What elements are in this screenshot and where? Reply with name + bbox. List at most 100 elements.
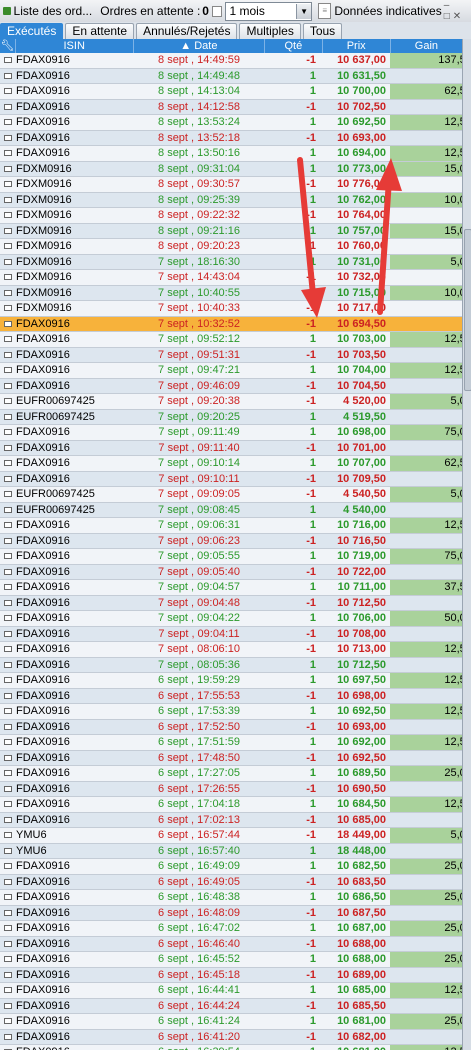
row-detail-icon[interactable]: [4, 72, 12, 79]
row-detail-icon[interactable]: [4, 181, 12, 187]
table-row[interactable]: FDAX0916 6 sept , 16:48:09 -1 10 687,50: [0, 905, 462, 921]
table-row[interactable]: FDAX0916 6 sept , 19:59:29110 697,5012,50…: [0, 672, 462, 689]
table-row[interactable]: FDAX0916 6 sept , 17:55:53 -1 10 698,00: [0, 688, 462, 704]
row-detail-icon[interactable]: [4, 770, 12, 776]
table-row[interactable]: FDAX0916 6 sept , 17:48:50 -1 10 692,50: [0, 750, 462, 766]
table-row[interactable]: FDAX0916 6 sept , 16:45:52110 688,0025,00…: [0, 951, 462, 968]
chevron-down-icon[interactable]: ▼: [296, 3, 312, 19]
row-detail-icon[interactable]: [4, 909, 12, 916]
row-detail-icon[interactable]: [4, 785, 12, 792]
row-detail-icon[interactable]: [4, 398, 12, 404]
table-row[interactable]: FDAX0916 6 sept , 16:47:02110 687,0025,00…: [0, 920, 462, 937]
tab-tous[interactable]: Tous: [302, 23, 343, 39]
row-detail-icon[interactable]: [4, 382, 12, 389]
table-row[interactable]: FDAX0916 7 sept , 09:11:49110 698,0075,00…: [0, 424, 462, 441]
row-detail-icon[interactable]: [4, 1002, 12, 1009]
row-detail-icon[interactable]: [4, 351, 12, 358]
tab-en-attente[interactable]: En attente: [65, 23, 135, 39]
table-row[interactable]: FDAX0916 6 sept , 16:41:24110 681,0025,00…: [0, 1013, 462, 1030]
row-detail-icon[interactable]: [4, 894, 12, 900]
row-detail-icon[interactable]: [4, 103, 12, 110]
row-detail-icon[interactable]: [4, 956, 12, 962]
row-detail-icon[interactable]: [4, 212, 12, 218]
row-detail-icon[interactable]: [4, 878, 12, 885]
row-detail-icon[interactable]: [4, 258, 12, 265]
table-row[interactable]: FDAX0916 7 sept , 09:51:31 -1 10 703,50: [0, 347, 462, 363]
table-row[interactable]: FDAX0916 6 sept , 16:44:41110 685,0012,50…: [0, 982, 462, 999]
pending-toggle[interactable]: [211, 5, 222, 17]
tab-executes[interactable]: Exécutés: [0, 23, 64, 39]
row-detail-icon[interactable]: [4, 987, 12, 993]
table-row[interactable]: FDAX0916 6 sept , 17:51:59110 692,0012,50…: [0, 734, 462, 751]
col-date[interactable]: ▲ Date: [134, 39, 266, 53]
table-row[interactable]: FDAX0916 7 sept , 09:47:21110 704,0012,50…: [0, 362, 462, 379]
table-row[interactable]: FDXM0916 7 sept , 14:43:04 -1 10 732,00: [0, 269, 462, 286]
table-row[interactable]: FDAX0916 8 sept , 14:13:04110 700,0062,50…: [0, 83, 462, 100]
wrench-icon[interactable]: 🔧︎: [0, 39, 16, 53]
row-detail-icon[interactable]: [4, 646, 12, 652]
row-detail-icon[interactable]: [4, 475, 12, 482]
table-row[interactable]: EUFR00697425 7 sept , 09:08:45 1 4 540,00: [0, 502, 462, 518]
row-detail-icon[interactable]: [4, 243, 12, 249]
period-select[interactable]: 1 mois ▼: [224, 1, 313, 21]
table-row[interactable]: FDAX0916 6 sept , 16:41:20 -1 10 682,00: [0, 1029, 462, 1045]
vertical-scrollbar[interactable]: [462, 39, 471, 1050]
row-detail-icon[interactable]: [4, 584, 12, 590]
tab-multiples[interactable]: Multiples: [239, 23, 301, 39]
row-detail-icon[interactable]: [4, 491, 12, 497]
row-detail-icon[interactable]: [4, 150, 12, 156]
table-row[interactable]: FDXM0916 8 sept , 09:22:32 -1 10 764,00: [0, 207, 462, 224]
row-detail-icon[interactable]: [4, 832, 12, 838]
table-row[interactable]: FDAX0916 7 sept , 08:06:10-110 713,0012,5…: [0, 641, 462, 658]
row-detail-icon[interactable]: [4, 336, 12, 342]
table-row[interactable]: FDXM0916 8 sept , 09:31:04110 773,0015,00…: [0, 161, 462, 177]
row-detail-icon[interactable]: [4, 196, 12, 203]
table-row[interactable]: FDAX0916 7 sept , 09:06:23 -1 10 716,50: [0, 533, 462, 549]
col-isin[interactable]: ISIN: [16, 39, 134, 53]
table-row[interactable]: FDAX0916 7 sept , 09:06:31110 716,0012,50…: [0, 517, 462, 534]
table-row-selected[interactable]: FDAX0916 7 sept , 10:32:52 -1 10 694,50: [0, 316, 462, 332]
table-row[interactable]: FDXM0916 8 sept , 09:21:16110 757,0015,00…: [0, 223, 462, 239]
table-row[interactable]: FDAX0916 7 sept , 09:04:11 -1 10 708,00: [0, 626, 462, 642]
row-detail-icon[interactable]: [4, 134, 12, 141]
table-row[interactable]: FDAX0916 7 sept , 09:04:57110 711,0037,50…: [0, 579, 462, 596]
row-detail-icon[interactable]: [4, 429, 12, 435]
row-detail-icon[interactable]: [4, 708, 12, 714]
table-row[interactable]: FDXM0916 7 sept , 10:40:33 -1 10 717,00: [0, 300, 462, 317]
table-row[interactable]: FDAX0916 8 sept , 13:53:24110 692,5012,50…: [0, 114, 462, 131]
table-row[interactable]: FDAX0916 7 sept , 09:05:55110 719,0075,00…: [0, 548, 462, 565]
row-detail-icon[interactable]: [4, 367, 12, 373]
close-icon[interactable]: ✕: [453, 11, 462, 22]
table-row[interactable]: FDAX0916 6 sept , 16:44:24 -1 10 685,50: [0, 998, 462, 1014]
row-detail-icon[interactable]: [4, 661, 12, 668]
table-row[interactable]: FDAX0916 6 sept , 17:04:18110 684,5012,50…: [0, 796, 462, 813]
table-row[interactable]: FDXM0916 8 sept , 09:25:39110 762,0010,00…: [0, 192, 462, 208]
row-detail-icon[interactable]: [4, 119, 12, 125]
row-detail-icon[interactable]: [4, 1033, 12, 1040]
table-row[interactable]: FDAX0916 8 sept , 13:52:18 -1 10 693,00: [0, 130, 462, 146]
row-detail-icon[interactable]: [4, 754, 12, 761]
row-detail-icon[interactable]: [4, 599, 12, 606]
table-row[interactable]: FDAX0916 6 sept , 16:48:38110 686,5025,00…: [0, 889, 462, 906]
row-detail-icon[interactable]: [4, 925, 12, 931]
row-detail-icon[interactable]: [4, 320, 12, 327]
tab-annules-rejetes[interactable]: Annulés/Rejetés: [136, 23, 238, 39]
row-detail-icon[interactable]: [4, 940, 12, 947]
col-prix[interactable]: Prix: [323, 39, 391, 53]
table-row[interactable]: FDAX0916 8 sept , 14:49:59 -1 10 637,00 137,…: [0, 53, 462, 69]
row-detail-icon[interactable]: [4, 289, 12, 296]
row-detail-icon[interactable]: [4, 630, 12, 637]
table-row[interactable]: FDAX0916 8 sept , 14:12:58 -1 10 702,50: [0, 99, 462, 115]
table-row[interactable]: FDAX0916 6 sept , 16:46:40 -1 10 688,00: [0, 936, 462, 952]
table-row[interactable]: FDXM0916 7 sept , 18:16:30110 731,005,00€: [0, 254, 462, 270]
col-qte[interactable]: Qté: [265, 39, 323, 53]
row-detail-icon[interactable]: [4, 274, 12, 280]
scrollbar-thumb[interactable]: [464, 229, 471, 391]
row-detail-icon[interactable]: [4, 971, 12, 978]
row-detail-icon[interactable]: [4, 227, 12, 234]
row-detail-icon[interactable]: [4, 553, 12, 559]
row-detail-icon[interactable]: [4, 847, 12, 854]
table-row[interactable]: EUFR00697425 7 sept , 09:20:25 1 4 519,50: [0, 409, 462, 425]
row-detail-icon[interactable]: [4, 444, 12, 451]
table-row[interactable]: FDAX0916 6 sept , 16:49:05 -1 10 683,50: [0, 874, 462, 890]
